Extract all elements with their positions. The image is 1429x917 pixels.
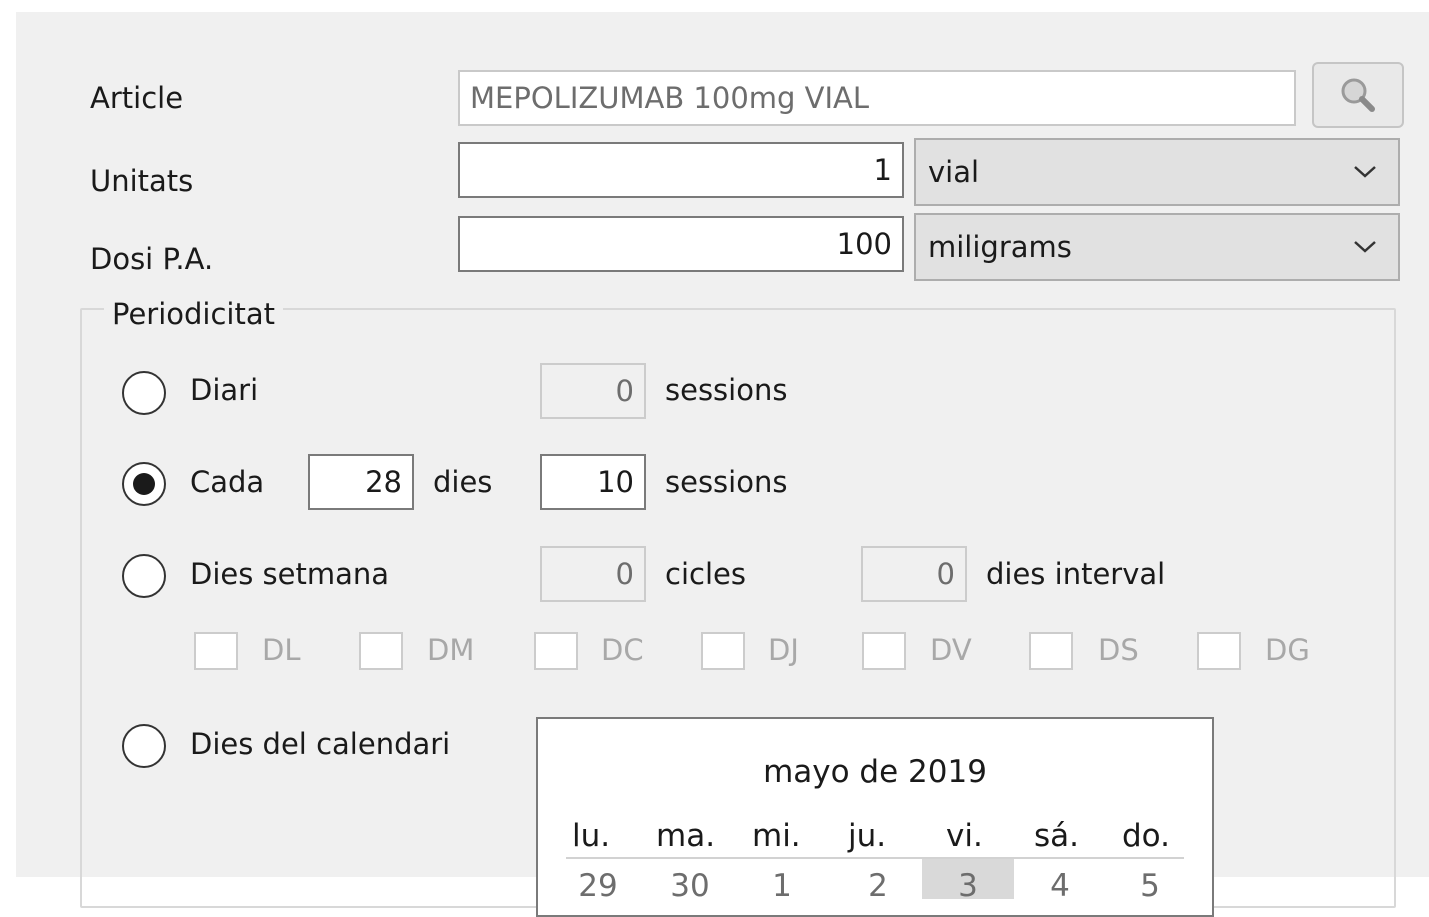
day-label-dj: DJ bbox=[768, 633, 799, 667]
article-field[interactable]: MEPOLIZUMAB 100mg VIAL bbox=[458, 70, 1296, 126]
radio-dies-calendari[interactable] bbox=[122, 724, 166, 768]
calendar-day[interactable]: 1 bbox=[738, 867, 826, 905]
checkbox-dc[interactable] bbox=[534, 632, 578, 670]
cycles-label: cicles bbox=[665, 557, 746, 591]
calendar-day[interactable]: 5 bbox=[1106, 867, 1194, 905]
weekday-header: sá. bbox=[1034, 818, 1080, 854]
checkbox-dg[interactable] bbox=[1197, 632, 1241, 670]
weekday-header: mi. bbox=[752, 818, 801, 854]
checkbox-dj[interactable] bbox=[701, 632, 745, 670]
search-button[interactable] bbox=[1312, 62, 1404, 128]
checkbox-dl[interactable] bbox=[194, 632, 238, 670]
radio-dies-setmana[interactable] bbox=[122, 554, 166, 598]
day-label-dg: DG bbox=[1265, 633, 1310, 667]
dose-input[interactable]: 100 bbox=[458, 216, 904, 272]
radio-diari[interactable] bbox=[122, 371, 166, 415]
cada-days-input[interactable]: 28 bbox=[308, 454, 414, 510]
search-icon bbox=[1341, 78, 1375, 112]
day-label-dl: DL bbox=[262, 633, 301, 667]
dose-unit-value: miligrams bbox=[928, 230, 1072, 264]
calendar-month-title[interactable]: mayo de 2019 bbox=[538, 753, 1212, 791]
dose-unit-select[interactable]: miligrams bbox=[914, 213, 1400, 281]
weekday-header: vi. bbox=[946, 818, 983, 854]
calendar-divider bbox=[566, 857, 1184, 859]
cada-sessions-input[interactable]: 10 bbox=[540, 454, 646, 510]
article-label: Article bbox=[90, 81, 184, 115]
weekday-header: ma. bbox=[656, 818, 716, 854]
units-unit-value: vial bbox=[928, 155, 980, 189]
day-label-dc: DC bbox=[601, 633, 644, 667]
prescription-panel: Article MEPOLIZUMAB 100mg VIAL Unitats 1… bbox=[16, 12, 1429, 917]
radio-cada[interactable] bbox=[122, 462, 166, 506]
dies-calendari-label: Dies del calendari bbox=[190, 727, 451, 761]
chevron-down-icon bbox=[1354, 241, 1376, 253]
calendar-day[interactable]: 30 bbox=[646, 867, 734, 905]
dies-setmana-label: Dies setmana bbox=[190, 557, 390, 591]
units-unit-select[interactable]: vial bbox=[914, 138, 1400, 206]
periodicity-title: Periodicitat bbox=[104, 296, 283, 332]
interval-input[interactable]: 0 bbox=[861, 546, 967, 602]
checkbox-dm[interactable] bbox=[359, 632, 403, 670]
calendar-day[interactable]: 29 bbox=[554, 867, 642, 905]
weekday-header: do. bbox=[1122, 818, 1170, 854]
calendar-day[interactable]: 2 bbox=[834, 867, 922, 905]
diari-sessions-input[interactable]: 0 bbox=[540, 363, 646, 419]
day-label-ds: DS bbox=[1098, 633, 1139, 667]
units-label: Unitats bbox=[90, 164, 194, 198]
calendar-day[interactable]: 3 bbox=[924, 867, 1012, 905]
checkbox-dv[interactable] bbox=[862, 632, 906, 670]
calendar-day[interactable]: 4 bbox=[1016, 867, 1104, 905]
cycles-input[interactable]: 0 bbox=[540, 546, 646, 602]
checkbox-ds[interactable] bbox=[1029, 632, 1073, 670]
cada-days-label: dies bbox=[433, 465, 493, 499]
day-label-dv: DV bbox=[930, 633, 972, 667]
diari-label: Diari bbox=[190, 373, 259, 407]
cada-label: Cada bbox=[190, 465, 265, 499]
units-input[interactable]: 1 bbox=[458, 142, 904, 198]
month-calendar[interactable]: mayo de 2019 lu. ma. mi. ju. vi. sá. do.… bbox=[536, 717, 1214, 917]
chevron-down-icon bbox=[1354, 166, 1376, 178]
weekday-header: lu. bbox=[572, 818, 611, 854]
radio-selected-dot bbox=[133, 473, 155, 495]
diari-sessions-label: sessions bbox=[665, 373, 788, 407]
weekday-header: ju. bbox=[848, 818, 887, 854]
cada-sessions-label: sessions bbox=[665, 465, 788, 499]
dose-label: Dosi P.A. bbox=[90, 242, 214, 276]
day-label-dm: DM bbox=[427, 633, 475, 667]
interval-label: dies interval bbox=[986, 557, 1166, 591]
